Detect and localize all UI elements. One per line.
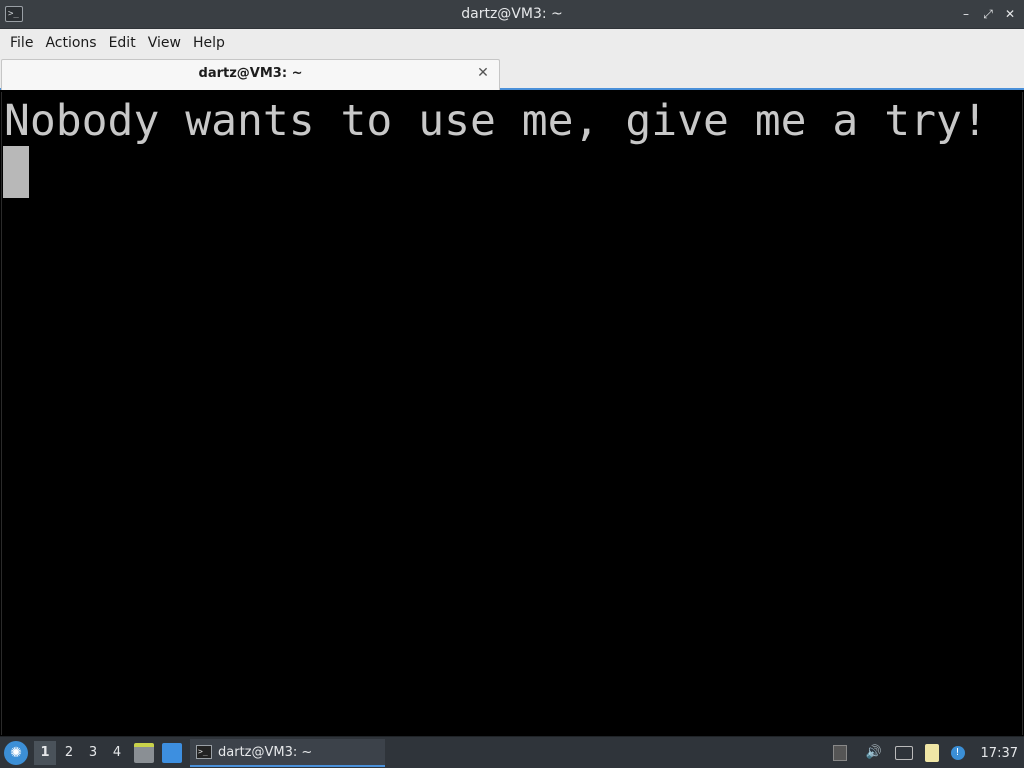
network-icon[interactable] (894, 746, 913, 760)
tab-close-icon[interactable]: ✕ (475, 65, 491, 81)
menu-bar: File Actions Edit View Help (0, 29, 1024, 57)
close-button[interactable]: ✕ (1002, 6, 1018, 22)
tab-bar: dartz@VM3: ~ ✕ (0, 57, 1024, 90)
terminal-icon: >_ (196, 745, 212, 759)
workspace-3[interactable]: 3 (82, 741, 104, 765)
workspace-4[interactable]: 4 (106, 741, 128, 765)
menu-actions[interactable]: Actions (39, 29, 102, 57)
taskbar: ✺ 1 2 3 4 >_ dartz@VM3: ~ 🔊 ! 17:37 (0, 736, 1024, 768)
battery-icon[interactable] (924, 744, 939, 762)
lubuntu-logo-icon[interactable]: ✺ (4, 741, 28, 765)
menu-help[interactable]: Help (187, 29, 231, 57)
volume-icon[interactable]: 🔊 (865, 744, 883, 762)
taskbar-window-button[interactable]: >_ dartz@VM3: ~ (190, 739, 385, 767)
terminal-tab[interactable]: dartz@VM3: ~ ✕ (1, 59, 500, 90)
minimize-button[interactable]: – (958, 6, 974, 22)
terminal-output-line: Nobody wants to use me, give me a try! (4, 96, 988, 146)
clock[interactable]: 17:37 (981, 746, 1018, 761)
menu-edit[interactable]: Edit (103, 29, 142, 57)
window-controls: – ⤢ ✕ (958, 6, 1018, 22)
terminal-area[interactable]: Nobody wants to use me, give me a try! (1, 92, 1023, 735)
workspace-2[interactable]: 2 (58, 741, 80, 765)
menu-view[interactable]: View (142, 29, 187, 57)
system-tray: 🔊 ! 17:37 (827, 737, 1024, 768)
maximize-button[interactable]: ⤢ (980, 6, 996, 22)
show-desktop-icon[interactable] (162, 743, 182, 763)
workspace-1[interactable]: 1 (34, 741, 56, 765)
menu-file[interactable]: File (4, 29, 39, 57)
workspace-switcher: 1 2 3 4 (34, 741, 130, 765)
tab-label: dartz@VM3: ~ (198, 66, 303, 81)
terminal-cursor (3, 146, 29, 198)
clipboard-icon[interactable] (832, 745, 847, 761)
window-titlebar[interactable]: >_ dartz@VM3: ~ – ⤢ ✕ (0, 0, 1024, 29)
file-manager-icon[interactable] (134, 743, 154, 763)
taskbar-window-label: dartz@VM3: ~ (218, 744, 313, 760)
notification-icon[interactable]: ! (950, 746, 965, 760)
window-title: dartz@VM3: ~ (461, 6, 563, 22)
